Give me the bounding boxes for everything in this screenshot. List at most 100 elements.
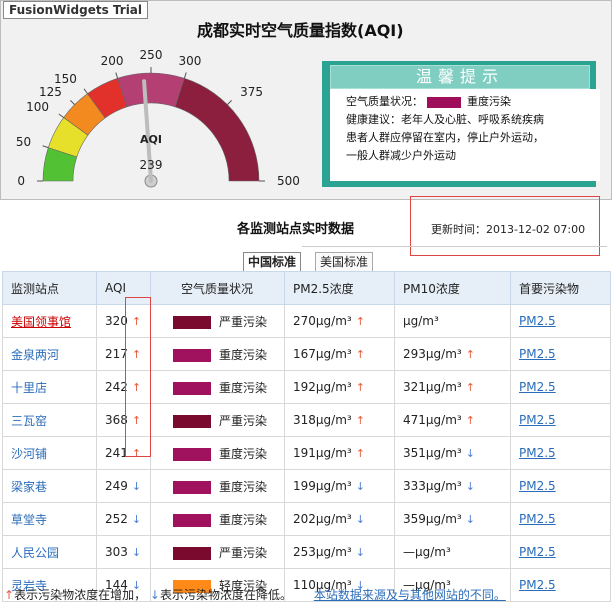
station-table: 监测站点 AQI 空气质量状况 PM2.5浓度 PM10浓度 首要污染物 美国领… (2, 271, 611, 602)
gauge-tick-label: 0 (17, 174, 25, 188)
quality-color-swatch (173, 513, 211, 527)
primary-pollutant-link[interactable]: PM2.5 (519, 446, 556, 460)
table-row: 十里店 242 ↑ 重度污染 192μg/m³ ↑ 321μg/m³ ↑ PM2.5 (2, 370, 611, 404)
table-row: 三瓦窑 368 ↑ 严重污染 318μg/m³ ↑ 471μg/m³ ↑ PM2.5 (2, 403, 611, 437)
cell-primary[interactable]: PM2.5 (510, 403, 611, 437)
aqi-trend-highlight (125, 297, 151, 457)
site-link[interactable]: 梁家巷 (11, 480, 47, 494)
site-link[interactable]: 美国领事馆 (11, 315, 71, 329)
cell-site[interactable]: 金泉两河 (2, 337, 97, 371)
cell-primary[interactable]: PM2.5 (510, 502, 611, 536)
pm10-value: —μg/m³ (403, 545, 451, 559)
tip-advice-line-3: 一般人群减少户外运动 (346, 149, 456, 162)
tip-title: 温馨提示 (330, 65, 590, 89)
cell-aqi: 252 ↓ (96, 502, 151, 536)
pm10-arrow-up-icon: ↑ (465, 348, 475, 361)
pm25-value: 270μg/m³ (293, 314, 352, 328)
gauge-tick-label: 50 (16, 135, 31, 149)
pm25-value: 192μg/m³ (293, 380, 352, 394)
tab-us-standard[interactable]: 美国标准 (315, 252, 374, 271)
cell-pm10: μg/m³ (394, 304, 511, 338)
primary-pollutant-link[interactable]: PM2.5 (519, 413, 556, 427)
cell-pm10: 333μg/m³ ↓ (394, 469, 511, 503)
arrow-up-icon: ↑ (4, 588, 15, 602)
primary-pollutant-link[interactable]: PM2.5 (519, 512, 556, 526)
legend-footer: ↑表示污染物浓度在增加， ↓表示污染物浓度在降低。 本站数据来源及与其他网站的不… (4, 586, 506, 603)
aqi-summary-panel: FusionWidgets Trial 成都实时空气质量指数(AQI) 0 50 1… (0, 0, 612, 200)
pm10-arrow-down-icon: ↓ (465, 447, 475, 460)
pm10-arrow-down-icon: ↓ (465, 513, 475, 526)
cell-pm25: 167μg/m³ ↑ (284, 337, 395, 371)
cell-site[interactable]: 三瓦窑 (2, 403, 97, 437)
pm25-value: 202μg/m³ (293, 512, 352, 526)
gauge-tick-mark (83, 88, 88, 94)
table-row: 沙河铺 241 ↑ 重度污染 191μg/m³ ↑ 351μg/m³ ↓ PM2.5 (2, 436, 611, 470)
quality-text: 严重污染 (219, 413, 268, 428)
gauge-tick-label: 500 (277, 174, 300, 188)
quality-text: 重度污染 (219, 479, 268, 494)
cell-site[interactable]: 梁家巷 (2, 469, 97, 503)
cell-site[interactable]: 人民公园 (2, 535, 97, 569)
cell-primary[interactable]: PM2.5 (510, 337, 611, 371)
cell-pm10: 359μg/m³ ↓ (394, 502, 511, 536)
primary-pollutant-link[interactable]: PM2.5 (519, 578, 556, 592)
cell-primary[interactable]: PM2.5 (510, 436, 611, 470)
cell-pm10: —μg/m³ (394, 535, 511, 569)
primary-pollutant-link[interactable]: PM2.5 (519, 314, 556, 328)
pm25-arrow-down-icon: ↓ (355, 513, 365, 526)
gauge-tick-label: 300 (178, 54, 201, 68)
pm25-arrow-down-icon: ↓ (355, 480, 365, 493)
cell-quality: 严重污染 (150, 535, 285, 569)
legend-up-text: 表示污染物浓度在增加， (14, 588, 147, 602)
cell-primary[interactable]: PM2.5 (510, 469, 611, 503)
data-source-link[interactable]: 本站数据来源及与其他网站的不同。 (314, 588, 506, 602)
quality-text: 严重污染 (219, 545, 268, 560)
quality-text: 重度污染 (219, 347, 268, 362)
cell-quality: 重度污染 (150, 502, 285, 536)
cell-pm10: 471μg/m³ ↑ (394, 403, 511, 437)
cell-primary[interactable]: PM2.5 (510, 370, 611, 404)
cell-pm10: 351μg/m³ ↓ (394, 436, 511, 470)
table-row: 金泉两河 217 ↑ 重度污染 167μg/m³ ↑ 293μg/m³ ↑ PM2.5 (2, 337, 611, 371)
cell-site[interactable]: 草堂寺 (2, 502, 97, 536)
pm10-value: 359μg/m³ (403, 512, 462, 526)
gauge-band-4 (117, 72, 185, 108)
primary-pollutant-link[interactable]: PM2.5 (519, 347, 556, 361)
tip-status-label: 空气质量状况： (346, 95, 423, 108)
site-link[interactable]: 十里店 (11, 381, 47, 395)
quality-color-swatch (173, 348, 211, 362)
primary-pollutant-link[interactable]: PM2.5 (519, 380, 556, 394)
cell-primary[interactable]: PM2.5 (510, 304, 611, 338)
pm10-value: μg/m³ (403, 314, 439, 328)
gauge-tick-label: 200 (101, 54, 124, 68)
quality-text: 重度污染 (219, 512, 268, 527)
site-link[interactable]: 沙河铺 (11, 447, 47, 461)
tab-china-standard[interactable]: 中国标准 (243, 252, 302, 271)
cell-site[interactable]: 沙河铺 (2, 436, 97, 470)
table-row: 美国领事馆 320 ↑ 严重污染 270μg/m³ ↑ μg/m³ PM2.5 (2, 304, 611, 338)
site-link[interactable]: 草堂寺 (11, 513, 47, 527)
gauge-tick-mark (42, 145, 49, 149)
quality-text: 重度污染 (219, 446, 268, 461)
tip-advice-line-2: 患者人群应停留在室内，停止户外运动， (346, 131, 544, 144)
primary-pollutant-link[interactable]: PM2.5 (519, 545, 556, 559)
pm25-arrow-up-icon: ↑ (355, 348, 365, 361)
site-link[interactable]: 人民公园 (11, 546, 59, 560)
quality-color-swatch (173, 447, 211, 461)
pm25-arrow-up-icon: ↑ (355, 381, 365, 394)
gauge-tick-mark (227, 100, 232, 105)
pm25-arrow-up-icon: ↑ (355, 414, 365, 427)
quality-color-swatch (173, 315, 211, 329)
primary-pollutant-link[interactable]: PM2.5 (519, 479, 556, 493)
aqi-value: 252 (105, 512, 128, 526)
site-link[interactable]: 三瓦窑 (11, 414, 47, 428)
legend-down-text: 表示污染物浓度在降低。 (159, 588, 292, 602)
cell-site[interactable]: 十里店 (2, 370, 97, 404)
cell-primary[interactable]: PM2.5 (510, 535, 611, 569)
health-tip-box: 温馨提示 空气质量状况： 重度污染 健康建议：老年人及心脏、呼吸系统疾病 患者人群… (322, 61, 600, 187)
site-link[interactable]: 金泉两河 (11, 348, 59, 362)
cell-quality: 重度污染 (150, 436, 285, 470)
cell-primary[interactable]: PM2.5 (510, 568, 611, 602)
cell-site[interactable]: 美国领事馆 (2, 304, 97, 338)
aqi-value: 249 (105, 479, 128, 493)
